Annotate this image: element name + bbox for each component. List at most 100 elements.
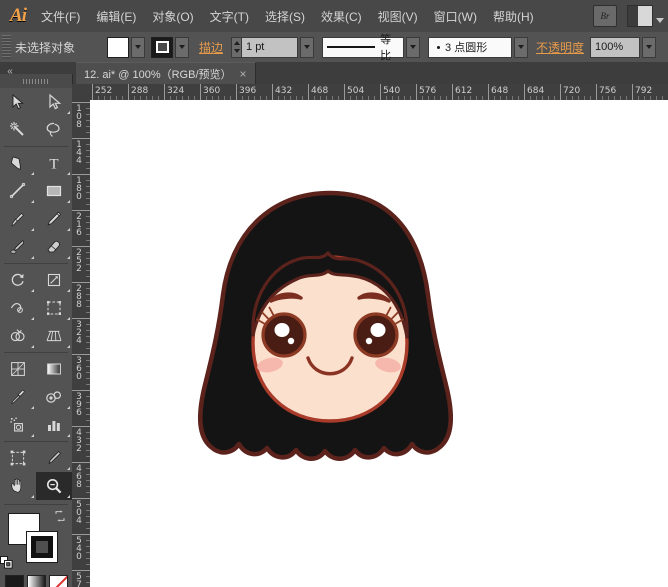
blend-tool[interactable] [36, 383, 72, 411]
stroke-weight-dropdown[interactable] [300, 37, 314, 58]
gradient-tool[interactable] [36, 355, 72, 383]
vertical-ruler[interactable]: 1081441802162522883243603964324685045405… [72, 100, 91, 587]
rectangle-tool[interactable] [36, 177, 72, 205]
symbol-sprayer-tool[interactable] [0, 411, 36, 439]
opacity-dropdown[interactable] [642, 37, 656, 58]
paintbrush-tool[interactable] [0, 205, 36, 233]
ruler-label: 252 [95, 86, 112, 96]
ruler-tick [72, 246, 90, 247]
fill-swatch-dropdown[interactable] [131, 37, 145, 58]
type-tool[interactable]: T [36, 149, 72, 177]
eyedropper-tool[interactable] [0, 383, 36, 411]
stroke-weight-stepper[interactable] [231, 37, 242, 58]
blob-brush-tool[interactable] [0, 233, 36, 261]
ruler-tick [128, 84, 129, 100]
horizontal-ruler[interactable]: 2522883243603964324685045405766126486847… [90, 84, 668, 101]
cartoon-girl-illustration [175, 185, 485, 475]
ruler-label: 612 [455, 86, 472, 96]
zoom-tool[interactable] [36, 472, 72, 500]
ruler-tick [72, 534, 90, 535]
perspective-grid-tool[interactable] [36, 322, 72, 350]
go-to-bridge-button[interactable]: Br [593, 5, 617, 27]
hand-tool[interactable] [0, 472, 36, 500]
ruler-label: 360 [203, 86, 220, 96]
fill-stroke-indicator [0, 509, 72, 573]
stroke-profile-preview-icon [327, 46, 375, 48]
artboard-tool[interactable] [0, 444, 36, 472]
menu-edit[interactable]: 编辑(E) [89, 3, 143, 30]
opacity-input[interactable]: 100% [590, 37, 640, 58]
slice-tool[interactable] [36, 444, 72, 472]
brush-definition-select[interactable]: 3 点圆形 [428, 37, 512, 58]
artboard-canvas[interactable] [90, 100, 668, 587]
line-segment-tool[interactable] [0, 177, 36, 205]
ruler-label: 144 [75, 141, 83, 165]
gradient-button[interactable] [27, 575, 46, 587]
color-mode-buttons [0, 575, 72, 587]
stroke-panel-link[interactable]: 描边 [199, 39, 223, 56]
direct-selection-tool[interactable] [36, 88, 72, 116]
column-graph-tool[interactable] [36, 411, 72, 439]
artwork-cartoon-girl[interactable] [175, 185, 485, 475]
stroke-swatch-group [151, 37, 189, 58]
opacity-panel-link[interactable]: 不透明度 [536, 39, 584, 56]
rotate-tool[interactable] [0, 266, 36, 294]
default-fill-stroke-icon[interactable] [0, 556, 13, 569]
shape-builder-tool[interactable] [0, 322, 36, 350]
ruler-label: 720 [563, 86, 580, 96]
toolbar-stroke-swatch[interactable] [26, 531, 58, 563]
ruler-tick [72, 498, 90, 499]
chevron-down-icon[interactable] [656, 18, 664, 23]
menu-window[interactable]: 窗口(W) [427, 3, 484, 30]
free-transform-tool[interactable] [36, 294, 72, 322]
menu-file[interactable]: 文件(F) [34, 3, 87, 30]
control-panel-drag-handle[interactable] [2, 35, 11, 59]
menu-object[interactable]: 对象(O) [145, 3, 200, 30]
tools-grid-group-1 [0, 88, 72, 144]
swap-fill-stroke-icon[interactable] [54, 509, 66, 521]
menu-view[interactable]: 视图(V) [371, 3, 425, 30]
ruler-tick [488, 84, 489, 100]
eraser-tool[interactable] [36, 233, 72, 261]
stroke-swatch-dropdown[interactable] [175, 37, 189, 58]
ruler-label: 432 [75, 429, 83, 453]
stroke-profile-select[interactable]: 等比 [322, 37, 404, 58]
app-logo-icon: Ai [3, 1, 33, 31]
menu-type[interactable]: 文字(T) [203, 3, 256, 30]
color-button[interactable] [5, 575, 24, 587]
menu-effect[interactable]: 效果(C) [314, 3, 369, 30]
ruler-tick [164, 84, 165, 100]
scale-tool[interactable] [36, 266, 72, 294]
width-tool[interactable] [0, 294, 36, 322]
ruler-tick [524, 84, 525, 100]
fill-color-swatch[interactable] [107, 37, 129, 58]
ruler-label: 216 [75, 213, 83, 237]
document-tab[interactable]: 12. ai* @ 100%（RGB/预览） × [76, 62, 256, 85]
ruler-label: 324 [167, 86, 184, 96]
ruler-corner[interactable] [72, 84, 91, 101]
tools-grid-group-2: T [0, 149, 72, 261]
stroke-profile-dropdown[interactable] [406, 37, 420, 58]
close-icon[interactable]: × [240, 68, 247, 80]
lasso-tool[interactable] [36, 116, 72, 144]
pen-tool[interactable] [0, 149, 36, 177]
tools-grid-group-4 [0, 355, 72, 439]
ruler-tick [92, 84, 93, 100]
stroke-weight-input[interactable]: 1 pt [242, 37, 298, 58]
mesh-tool[interactable] [0, 355, 36, 383]
arrange-documents-button[interactable] [627, 5, 653, 27]
eye-highlight-small [366, 338, 372, 344]
ruler-label: 504 [347, 86, 364, 96]
ruler-tick [632, 84, 633, 100]
control-panel: 未选择对象 描边 1 pt 等比 3 点圆形 [0, 32, 668, 63]
selection-tool[interactable] [0, 88, 36, 116]
ruler-label: 288 [131, 86, 148, 96]
menu-select[interactable]: 选择(S) [258, 3, 312, 30]
stroke-color-swatch[interactable] [151, 37, 173, 58]
pencil-tool[interactable] [36, 205, 72, 233]
none-button[interactable] [49, 575, 68, 587]
menu-help[interactable]: 帮助(H) [486, 3, 541, 30]
magic-wand-tool[interactable] [0, 116, 36, 144]
brush-definition-dropdown[interactable] [514, 37, 528, 58]
tools-panel-drag-handle[interactable] [0, 74, 72, 88]
